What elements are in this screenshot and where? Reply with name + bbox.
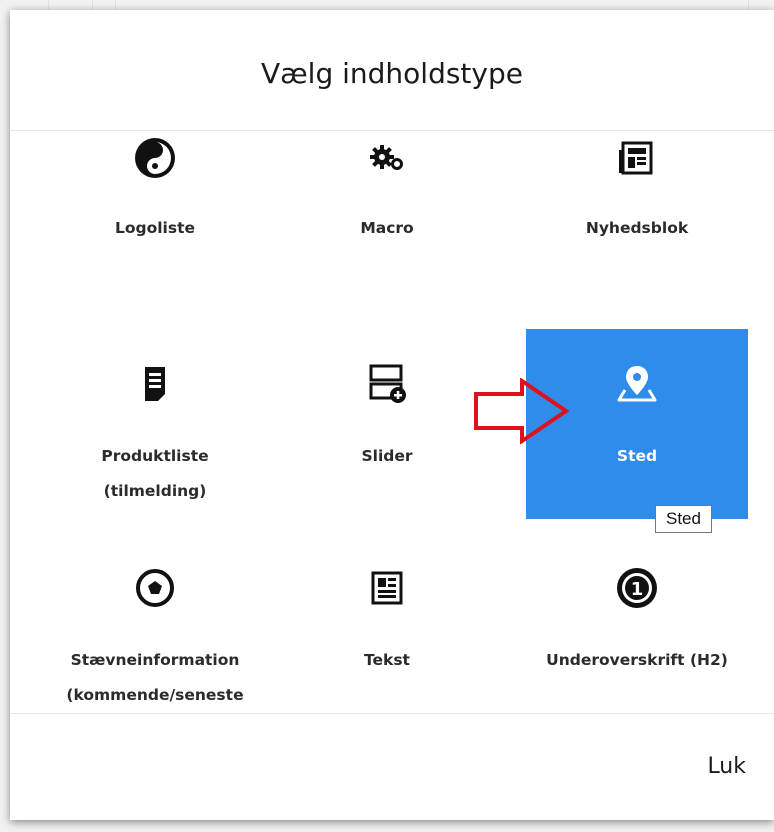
content-type-tekst[interactable]: Tekst xyxy=(276,551,498,714)
content-type-slider[interactable]: Slider xyxy=(276,329,498,519)
slider-add-icon xyxy=(276,361,498,407)
content-type-label: Slider xyxy=(361,447,413,465)
dialog-title: Vælg indholdstype xyxy=(261,56,523,90)
content-type-nyhedsblok[interactable]: Nyhedsblok xyxy=(526,131,748,247)
content-type-grid: Logoliste Macro Nyhedsblok Produktliste … xyxy=(10,131,774,714)
annotation-arrow-icon xyxy=(472,377,572,448)
content-type-staevneinformation[interactable]: Stævneinformation (kommende/seneste xyxy=(44,551,266,714)
content-type-underoverskrift[interactable]: 1 Underoverskrift (H2) xyxy=(526,551,748,714)
yin-yang-icon xyxy=(44,135,266,181)
content-type-label: Macro xyxy=(360,219,414,237)
content-type-label: Underoverskrift (H2) xyxy=(546,651,728,669)
tooltip: Sted xyxy=(655,505,712,533)
dialog-footer: Luk xyxy=(10,713,774,820)
dialog-header: Vælg indholdstype xyxy=(10,10,774,131)
content-type-label: Produktliste (tilmelding) xyxy=(101,447,209,500)
content-type-dialog: Vælg indholdstype Logoliste Macro Nyheds… xyxy=(10,10,774,820)
content-type-label: Nyhedsblok xyxy=(585,219,689,237)
gears-icon xyxy=(276,135,498,181)
svg-text:1: 1 xyxy=(631,579,644,600)
content-type-label: Stævneinformation (kommende/seneste xyxy=(66,651,244,704)
content-type-logoliste[interactable]: Logoliste xyxy=(44,131,266,247)
text-document-icon xyxy=(276,565,498,611)
newspaper-icon xyxy=(526,135,748,181)
content-type-macro[interactable]: Macro xyxy=(276,131,498,247)
soccer-ball-icon xyxy=(44,565,266,611)
document-list-icon xyxy=(44,361,266,407)
close-button[interactable]: Luk xyxy=(707,754,746,779)
content-type-label: Logoliste xyxy=(114,219,196,237)
number-one-icon: 1 xyxy=(526,565,748,611)
content-type-produktliste[interactable]: Produktliste (tilmelding) xyxy=(44,329,266,519)
content-type-label: Tekst xyxy=(364,651,410,669)
